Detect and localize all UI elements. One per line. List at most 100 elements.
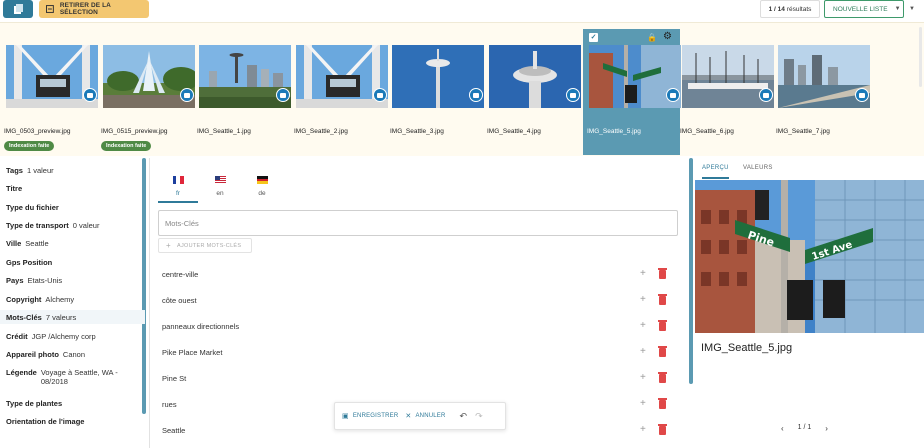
plus-icon[interactable]: + (640, 268, 646, 279)
trash-icon[interactable] (658, 398, 667, 409)
preview-image: Pine 1st Ave (695, 180, 924, 333)
thumbnail-card[interactable]: IMG_Seattle_7.jpg (772, 29, 870, 155)
metadata-key: Légende (6, 368, 37, 377)
plus-icon[interactable]: + (640, 398, 646, 409)
results-count-value: 1 / 14 (768, 5, 785, 13)
preview-panel: APERÇU VALEURS Pine 1st Ave IMG_Seattle_… (693, 158, 924, 448)
keyword-text: rues (162, 400, 177, 409)
save-button[interactable]: ▣ ENREGISTRER (342, 412, 398, 420)
thumbnail-card[interactable]: IMG_Seattle_3.jpg (386, 29, 484, 155)
metadata-key: Copyright (6, 295, 42, 304)
redo-icon[interactable]: ↷ (475, 411, 483, 422)
trash-icon[interactable] (658, 424, 667, 435)
thumbnail-filename: IMG_Seattle_4.jpg (487, 128, 541, 135)
keyword-text: côte ouest (162, 296, 197, 305)
plus-icon[interactable]: + (640, 320, 646, 331)
cancel-button[interactable]: ✕ ANNULER (405, 412, 445, 420)
metadata-value: 1 valeur (26, 166, 54, 175)
metadata-value: 0 valeur (72, 221, 100, 230)
metadata-panel: Tags 1 valeur Titre Type du fichier Type de … (0, 158, 150, 448)
plus-icon[interactable]: + (640, 372, 646, 383)
metadata-row[interactable]: Type de transport 0 valeur (0, 221, 145, 230)
metadata-key: Appareil photo (6, 350, 59, 359)
keywords-input[interactable]: Mots-Clés (158, 210, 678, 236)
thumbnail-filename: IMG_Seattle_2.jpg (294, 128, 348, 135)
metadata-key: Mots-Clés (6, 313, 42, 322)
metadata-key: Orientation de l'image (6, 417, 85, 426)
metadata-row[interactable]: Appareil photo Canon (0, 350, 145, 359)
image-type-icon (855, 88, 869, 102)
lock-icon[interactable]: 🔒 (647, 33, 657, 42)
flag-de-icon (256, 176, 268, 185)
metadata-key: Type de plantes (6, 399, 63, 408)
tab-preview[interactable]: APERÇU (702, 165, 729, 179)
metadata-key: Pays (6, 276, 24, 285)
metadata-row[interactable]: Mots-Clés 7 valeurs (0, 310, 145, 324)
metadata-row[interactable]: Légende Voyage à Seattle, WA - 08/2018 (0, 368, 145, 386)
lang-tab-fr[interactable]: fr (158, 176, 198, 203)
thumbnail-card[interactable]: ✓ 🔒 ⚙ IMG_Seattle_5.jpg (583, 29, 681, 155)
keyword-text: panneaux directionnels (162, 322, 240, 331)
thumbnail-card[interactable]: IMG_Seattle_1.jpg (193, 29, 291, 155)
tab-values[interactable]: VALEURS (743, 165, 773, 177)
trash-icon[interactable] (658, 372, 667, 383)
keyword-editor: fr en de Mots-Clés + AJOUTER MOTS-CLÉS c… (150, 158, 693, 448)
keyword-text: Pine St (162, 374, 187, 383)
metadata-row[interactable]: Ville Seattle (0, 239, 145, 248)
undo-icon[interactable]: ↶ (460, 411, 468, 422)
metadata-value: Voyage à Seattle, WA - 08/2018 (40, 368, 118, 386)
metadata-key: Type de transport (6, 221, 69, 230)
checkbox-checked-icon[interactable]: ✓ (589, 33, 598, 42)
metadata-row[interactable]: Gps Position (0, 258, 145, 267)
new-list-label: NOUVELLE LISTE (833, 5, 888, 13)
thumbnail-card[interactable]: IMG_Seattle_6.jpg (676, 29, 774, 155)
metadata-key: Tags (6, 166, 23, 175)
upload-icon (14, 4, 23, 14)
thumbnail-card[interactable]: IMG_0515_preview.jpg Indexation faite (97, 29, 195, 155)
thumbnail-card[interactable]: IMG_0503_preview.jpg Indexation faite (0, 29, 98, 155)
metadata-row[interactable]: Tags 1 valeur (0, 166, 145, 175)
image-type-icon (180, 88, 194, 102)
metadata-row[interactable]: Copyright Alchemy (0, 295, 145, 304)
trash-icon[interactable] (658, 268, 667, 279)
save-label: ENREGISTRER (352, 413, 399, 419)
lang-tab-en[interactable]: en (200, 176, 240, 197)
thumbnail-filename: IMG_0515_preview.jpg (101, 128, 168, 135)
gear-icon[interactable]: ⚙ (663, 31, 672, 42)
chevron-left-icon[interactable]: ‹ (781, 424, 784, 433)
new-list-button[interactable]: NOUVELLE LISTE ▼ (824, 0, 904, 18)
trash-icon[interactable] (658, 320, 667, 331)
flag-us-icon (214, 176, 226, 184)
keyword-row: Pike Place Market + (162, 346, 672, 360)
thumbnail-filename: IMG_Seattle_1.jpg (197, 128, 251, 135)
add-keywords-button[interactable]: + AJOUTER MOTS-CLÉS (158, 238, 252, 253)
plus-icon[interactable]: + (640, 346, 646, 357)
keyword-text: Seattle (162, 426, 186, 435)
chevron-right-icon[interactable]: › (825, 424, 828, 433)
metadata-value: Seattle (25, 239, 49, 248)
metadata-row[interactable]: Type de plantes (0, 399, 145, 408)
image-type-icon (566, 88, 580, 102)
metadata-key: Titre (6, 184, 23, 193)
metadata-row[interactable]: Type du fichier (0, 203, 145, 212)
list-options-chevron-icon[interactable]: ▼ (906, 0, 918, 18)
metadata-row[interactable]: Titre (0, 184, 145, 193)
metadata-value: 7 valeurs (45, 313, 77, 322)
strip-scrollbar[interactable] (919, 27, 922, 87)
trash-icon[interactable] (658, 294, 667, 305)
thumbnail-filename: IMG_Seattle_5.jpg (587, 128, 641, 135)
plus-icon[interactable]: + (640, 294, 646, 305)
trash-icon[interactable] (658, 346, 667, 357)
keyword-text: centre-ville (162, 270, 199, 279)
thumbnail-card[interactable]: IMG_Seattle_2.jpg (290, 29, 388, 155)
metadata-row[interactable]: Orientation de l'image (0, 417, 145, 426)
upload-button[interactable] (3, 0, 33, 18)
save-bar: ▣ ENREGISTRER ✕ ANNULER ↶ ↷ (334, 402, 506, 430)
lang-tab-de[interactable]: de (242, 176, 282, 197)
plus-icon[interactable]: + (640, 424, 646, 435)
remove-from-selection-button[interactable]: RETIRER DE LA SÉLECTION (39, 0, 149, 18)
thumbnail-card[interactable]: IMG_Seattle_4.jpg (483, 29, 581, 155)
metadata-row[interactable]: Crédit JGP /Alchemy corp (0, 332, 145, 341)
metadata-value: Etats-Unis (27, 276, 63, 285)
metadata-row[interactable]: Pays Etats-Unis (0, 276, 145, 285)
